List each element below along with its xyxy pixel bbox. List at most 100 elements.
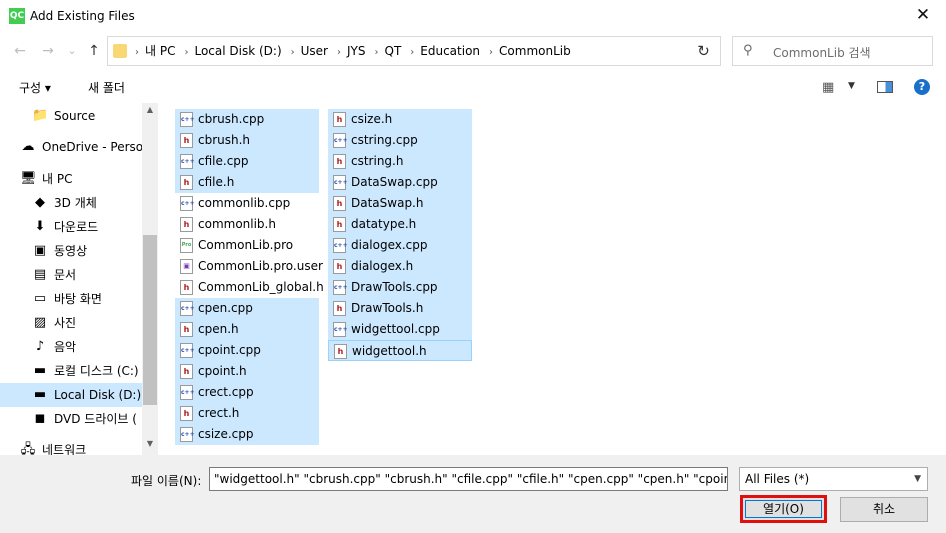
organize-button[interactable]: 구성 ▾	[19, 79, 51, 96]
chevron-right-icon[interactable]: ›	[184, 47, 188, 58]
breadcrumb-item[interactable]: QT	[385, 44, 402, 58]
forward-arrow-icon[interactable]: →	[38, 41, 58, 61]
breadcrumb: › 내 PC › Local Disk (D:) › User › JYS › QT › Educat…	[132, 37, 577, 65]
sidebar-item[interactable]: 🖥 내 PC	[0, 167, 142, 191]
file-name: dialogex.cpp	[351, 238, 428, 252]
scroll-up-icon[interactable]: ▲	[142, 105, 158, 119]
sidebar-item[interactable]: ◼ DVD 드라이브 (	[0, 407, 142, 431]
view-dropdown-icon[interactable]: ▼	[848, 81, 855, 91]
file-item[interactable]: c++ widgettool.cpp	[328, 319, 472, 340]
file-item[interactable]: h cpoint.h	[175, 361, 319, 382]
video-icon: ▣	[33, 243, 47, 258]
file-item[interactable]: h cpen.h	[175, 319, 319, 340]
search-input[interactable]: ⚲ CommonLib 검색	[732, 36, 933, 66]
file-name: widgettool.cpp	[351, 322, 440, 336]
scroll-down-icon[interactable]: ▼	[142, 439, 158, 453]
file-name: crect.h	[198, 406, 240, 420]
file-item[interactable]: c++ commonlib.cpp	[175, 193, 319, 214]
file-name: commonlib.h	[198, 217, 276, 231]
file-item[interactable]: c++ DataSwap.cpp	[328, 172, 472, 193]
file-name: cbrush.cpp	[198, 112, 265, 126]
sidebar-item[interactable]: ▬ 로컬 디스크 (C:)	[0, 359, 142, 383]
breadcrumb-item[interactable]: CommonLib	[499, 44, 571, 58]
file-name: csize.cpp	[198, 427, 254, 441]
file-item[interactable]: Pro CommonLib.pro	[175, 235, 319, 256]
close-icon[interactable]: ✕	[900, 0, 946, 32]
file-item[interactable]: h cbrush.h	[175, 130, 319, 151]
sidebar-item[interactable]: 📁 Source	[0, 104, 142, 128]
cancel-button[interactable]: 취소	[840, 497, 928, 522]
file-item[interactable]: c++ cstring.cpp	[328, 130, 472, 151]
file-item[interactable]: c++ cpen.cpp	[175, 298, 319, 319]
chevron-right-icon[interactable]: ›	[291, 47, 295, 58]
breadcrumb-item[interactable]: User	[301, 44, 328, 58]
window-title: Add Existing Files	[30, 9, 135, 23]
filename-input[interactable]: "widgettool.h" "cbrush.cpp" "cbrush.h" "…	[209, 467, 728, 491]
preview-pane-icon[interactable]	[877, 81, 893, 93]
sidebar-item-label: 음악	[54, 340, 77, 354]
network-icon: 🖧	[20, 442, 36, 455]
file-item[interactable]: c++ cpoint.cpp	[175, 340, 319, 361]
file-item[interactable]: c++ csize.cpp	[175, 424, 319, 445]
address-bar[interactable]: › 내 PC › Local Disk (D:) › User › JYS › QT › Educat…	[107, 36, 721, 66]
file-item[interactable]: c++ cbrush.cpp	[175, 109, 319, 130]
file-item[interactable]: h cstring.h	[328, 151, 472, 172]
sidebar-item-label: 3D 개체	[54, 196, 97, 210]
file-name: dialogex.h	[351, 259, 414, 273]
sidebar-item[interactable]: ☁ OneDrive - Perso	[0, 135, 143, 159]
file-item[interactable]: h CommonLib_global.h	[175, 277, 324, 298]
sidebar-item[interactable]: ♪ 음악	[0, 335, 142, 359]
breadcrumb-item[interactable]: Education	[420, 44, 480, 58]
file-item[interactable]: h csize.h	[328, 109, 472, 130]
chevron-right-icon[interactable]: ›	[135, 47, 139, 58]
view-options-icon[interactable]: ▦	[822, 80, 834, 95]
up-arrow-icon[interactable]: ↑	[84, 41, 104, 61]
file-item[interactable]: c++ cfile.cpp	[175, 151, 319, 172]
focus-ring	[745, 500, 822, 518]
back-arrow-icon[interactable]: ←	[10, 41, 30, 61]
file-item[interactable]: c++ DrawTools.cpp	[328, 277, 472, 298]
sidebar-item[interactable]: ◆ 3D 개체	[0, 191, 142, 215]
sidebar-item[interactable]: ▬ Local Disk (D:)	[0, 383, 142, 407]
sidebar-item[interactable]: 🖧 네트워크	[0, 438, 142, 455]
recent-locations-icon[interactable]: ⌄	[62, 41, 82, 61]
sidebar-item[interactable]: ▤ 문서	[0, 263, 142, 287]
file-item[interactable]: h commonlib.h	[175, 214, 319, 235]
sidebar-item[interactable]: ▭ 바탕 화면	[0, 287, 142, 311]
file-item[interactable]: h DataSwap.h	[328, 193, 472, 214]
sidebar-scrollbar[interactable]: ▲ ▼	[142, 103, 158, 455]
breadcrumb-item[interactable]: JYS	[347, 44, 366, 58]
file-name: CommonLib_global.h	[198, 280, 324, 294]
h-file-icon: h	[180, 322, 193, 337]
chevron-right-icon[interactable]: ›	[375, 47, 379, 58]
file-item[interactable]: h widgettool.h	[328, 340, 472, 361]
file-item[interactable]: h dialogex.h	[328, 256, 472, 277]
cpp-file-icon: c++	[180, 427, 195, 442]
title-bar: QC Add Existing Files ✕	[0, 0, 946, 32]
new-folder-button[interactable]: 새 폴더	[88, 79, 125, 96]
sidebar-item[interactable]: ▨ 사진	[0, 311, 142, 335]
file-item[interactable]: h DrawTools.h	[328, 298, 472, 319]
file-item[interactable]: h crect.h	[175, 403, 319, 424]
chevron-right-icon[interactable]: ›	[410, 47, 414, 58]
chevron-right-icon[interactable]: ›	[337, 47, 341, 58]
sidebar-item[interactable]: ▣ 동영상	[0, 239, 142, 263]
file-item[interactable]: ▣ CommonLib.pro.user	[175, 256, 323, 277]
file-name: datatype.h	[351, 217, 417, 231]
breadcrumb-item[interactable]: 내 PC	[145, 44, 175, 58]
chevron-right-icon[interactable]: ›	[489, 47, 493, 58]
file-item[interactable]: h cfile.h	[175, 172, 319, 193]
help-icon[interactable]: ?	[914, 79, 930, 95]
sidebar-item[interactable]: ⬇ 다운로드	[0, 215, 142, 239]
scroll-thumb[interactable]	[143, 235, 157, 405]
file-item[interactable]: c++ crect.cpp	[175, 382, 319, 403]
file-name: CommonLib.pro	[198, 238, 294, 252]
open-button[interactable]: 열기(O)	[740, 495, 827, 523]
refresh-icon[interactable]: ↻	[687, 36, 721, 66]
file-type-select[interactable]: All Files (*) ▼	[739, 467, 928, 491]
sidebar-item-label: 문서	[54, 268, 77, 282]
file-item[interactable]: c++ dialogex.cpp	[328, 235, 472, 256]
dvd-icon: ◼	[34, 411, 46, 426]
file-item[interactable]: h datatype.h	[328, 214, 472, 235]
breadcrumb-item[interactable]: Local Disk (D:)	[194, 44, 281, 58]
